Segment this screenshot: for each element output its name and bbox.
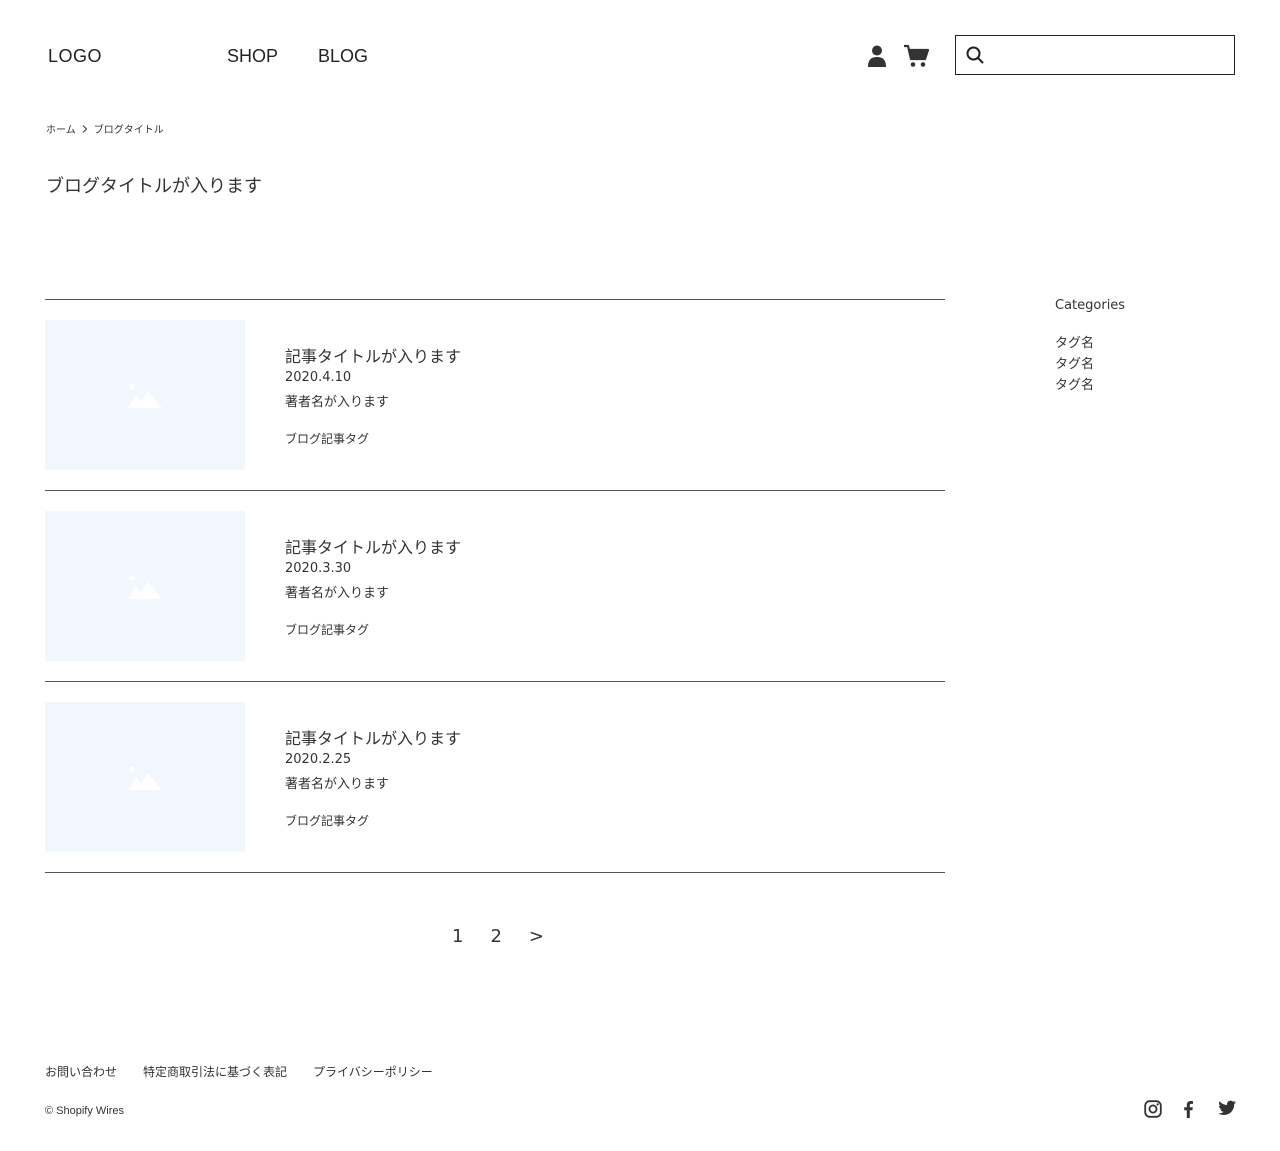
page-title: ブログタイトルが入ります bbox=[46, 176, 262, 197]
search-input[interactable] bbox=[994, 40, 1228, 70]
image-placeholder-icon bbox=[128, 575, 162, 599]
nav-item-blog[interactable]: BLOG bbox=[318, 46, 368, 67]
article-thumbnail[interactable] bbox=[45, 702, 245, 852]
article-author: 著者名が入ります bbox=[285, 395, 390, 410]
category-item[interactable]: タグ名 bbox=[1055, 333, 1125, 354]
page-link-1[interactable]: 1 bbox=[452, 926, 463, 947]
page-link-2[interactable]: 2 bbox=[490, 926, 501, 947]
breadcrumb-current: ブログタイトル bbox=[93, 125, 164, 136]
logo[interactable]: LOGO bbox=[48, 46, 102, 67]
search-icon[interactable] bbox=[966, 46, 984, 68]
facebook-icon[interactable] bbox=[1182, 1100, 1194, 1122]
footer-link-legal[interactable]: 特定商取引法に基づく表記 bbox=[143, 1063, 287, 1080]
copyright: © Shopify Wires bbox=[45, 1105, 125, 1117]
article-title[interactable]: 記事タイトルが入ります bbox=[285, 534, 461, 558]
article-title[interactable]: 記事タイトルが入ります bbox=[285, 343, 461, 367]
article-title[interactable]: 記事タイトルが入ります bbox=[285, 725, 461, 749]
pagination: 1 2 > bbox=[452, 926, 544, 947]
article-author: 著者名が入ります bbox=[285, 586, 390, 601]
main-nav: SHOP BLOG bbox=[227, 46, 368, 67]
cart-icon[interactable] bbox=[903, 44, 930, 72]
image-placeholder-icon bbox=[128, 766, 162, 790]
article-author: 著者名が入ります bbox=[285, 777, 390, 792]
sidebar-categories: Categories タグ名 タグ名 タグ名 bbox=[1055, 298, 1125, 396]
article-item[interactable]: 記事タイトルが入ります 2020.4.10 著者名が入ります ブログ記事タグ bbox=[45, 300, 945, 491]
breadcrumb: ホーム ブログタイトル bbox=[46, 121, 164, 136]
article-date: 2020.3.30 bbox=[285, 561, 352, 576]
footer-link-privacy[interactable]: プライバシーポリシー bbox=[313, 1063, 433, 1080]
article-list: 記事タイトルが入ります 2020.4.10 著者名が入ります ブログ記事タグ 記… bbox=[45, 299, 945, 873]
chevron-right-icon bbox=[82, 124, 88, 133]
image-placeholder-icon bbox=[128, 384, 162, 408]
article-tag[interactable]: ブログ記事タグ bbox=[285, 812, 369, 829]
nav-item-shop[interactable]: SHOP bbox=[227, 46, 278, 67]
instagram-icon[interactable] bbox=[1144, 1100, 1162, 1122]
article-date: 2020.2.25 bbox=[285, 752, 352, 767]
article-thumbnail[interactable] bbox=[45, 320, 245, 470]
next-page-link[interactable]: > bbox=[529, 926, 544, 947]
sidebar-title: Categories bbox=[1055, 298, 1126, 313]
article-item[interactable]: 記事タイトルが入ります 2020.2.25 著者名が入ります ブログ記事タグ bbox=[45, 682, 945, 873]
search-box bbox=[955, 35, 1235, 75]
twitter-icon[interactable] bbox=[1218, 1100, 1236, 1120]
footer-links: お問い合わせ 特定商取引法に基づく表記 プライバシーポリシー bbox=[45, 1063, 433, 1080]
category-item[interactable]: タグ名 bbox=[1055, 375, 1125, 396]
article-item[interactable]: 記事タイトルが入ります 2020.3.30 著者名が入ります ブログ記事タグ bbox=[45, 491, 945, 682]
article-date: 2020.4.10 bbox=[285, 370, 352, 385]
breadcrumb-home[interactable]: ホーム bbox=[46, 121, 76, 136]
article-tag[interactable]: ブログ記事タグ bbox=[285, 621, 369, 638]
article-tag[interactable]: ブログ記事タグ bbox=[285, 430, 369, 447]
footer-link-contact[interactable]: お問い合わせ bbox=[45, 1063, 117, 1080]
category-item[interactable]: タグ名 bbox=[1055, 354, 1125, 375]
article-thumbnail[interactable] bbox=[45, 511, 245, 661]
user-icon[interactable] bbox=[866, 44, 888, 72]
